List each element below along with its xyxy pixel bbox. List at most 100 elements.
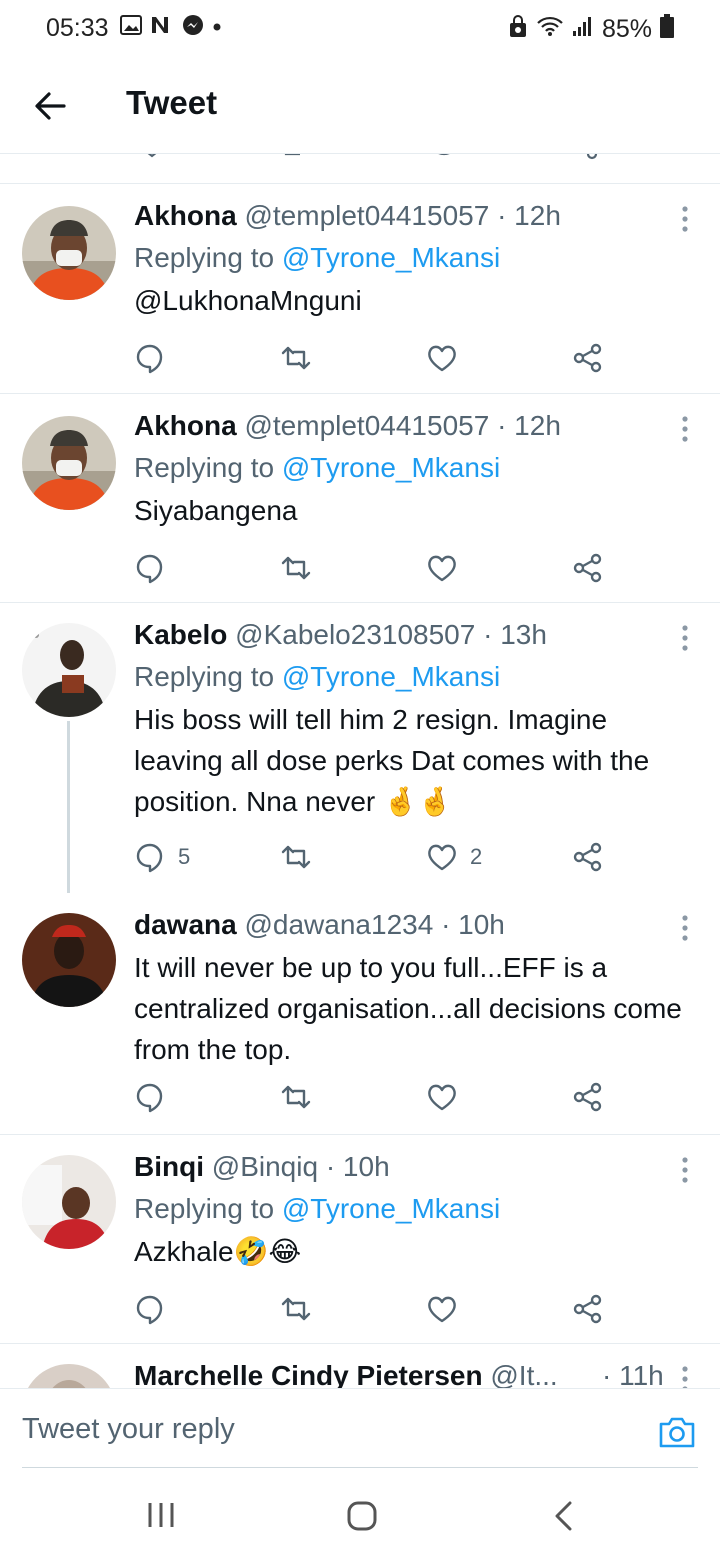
handle[interactable]: @Kabelo23108507 (235, 619, 475, 650)
reply-composer: Tweet your reply (0, 1388, 720, 1480)
mention-link[interactable]: @Tyrone_Mkansi (282, 661, 500, 692)
handle[interactable]: @It... (490, 1360, 557, 1388)
handle[interactable]: @templet04415057 (244, 200, 489, 231)
back-chevron-icon (555, 1501, 572, 1531)
retweet-button[interactable] (280, 550, 312, 586)
share-button[interactable] (572, 1079, 604, 1115)
tweet-text: Azkhale🤣😂 (134, 1236, 302, 1267)
more-options-icon[interactable] (680, 204, 690, 234)
display-name[interactable]: Akhona (134, 410, 237, 441)
tweet-actions (134, 1291, 614, 1327)
status-bar: 05:33 85% (0, 0, 720, 56)
more-options-icon[interactable] (680, 1364, 690, 1388)
mention-link[interactable]: @Tyrone_Mkansi (282, 242, 500, 273)
avatar[interactable] (22, 1155, 116, 1249)
tweet-header: Marchelle Cindy Pietersen @It... · 11h (134, 1360, 664, 1388)
recent-apps-button[interactable] (146, 1500, 176, 1535)
like-count: 2 (470, 844, 483, 869)
reply-feed: Akhona @templet04415057 · 12h Replying t… (0, 154, 720, 1388)
tweet-text: His boss will tell him 2 resign. Imagine… (134, 704, 650, 817)
avatar[interactable] (22, 913, 116, 1007)
share-button[interactable] (572, 340, 604, 376)
previous-tweet-actions (0, 154, 720, 184)
recent-apps-icon (148, 1503, 174, 1527)
recycle-lock-icon (508, 14, 528, 45)
share-icon (573, 842, 602, 872)
handle[interactable]: @templet04415057 (244, 410, 489, 441)
avatar[interactable] (22, 623, 116, 717)
status-right: 85% (508, 14, 674, 45)
handle[interactable]: @dawana1234 (244, 909, 433, 940)
tweet-text[interactable]: @LukhonaMnguni (134, 280, 684, 321)
tweet-item[interactable]: Akhona @templet04415057 · 12h Replying t… (0, 184, 720, 394)
heart-icon (428, 345, 456, 372)
retweet-button[interactable] (280, 1079, 312, 1115)
notification-icons (120, 14, 222, 41)
dot-icon (212, 19, 222, 37)
page-title: Tweet (126, 84, 218, 121)
retweet-icon (281, 1297, 311, 1321)
reply-button[interactable] (134, 340, 178, 376)
retweet-button[interactable] (280, 340, 312, 376)
like-button[interactable] (426, 550, 470, 586)
like-button[interactable] (426, 1291, 470, 1327)
tweet-header: dawana @dawana1234 · 10h (134, 909, 505, 941)
share-icon (573, 1294, 602, 1324)
more-options-icon[interactable] (680, 414, 690, 444)
share-button[interactable] (572, 550, 604, 586)
avatar[interactable] (22, 416, 116, 510)
reply-input[interactable]: Tweet your reply (22, 1413, 235, 1446)
display-name[interactable]: Binqi (134, 1151, 204, 1182)
tweet-actions (134, 550, 614, 586)
like-button[interactable] (426, 1079, 470, 1115)
tweet-item[interactable]: Binqi @Binqiq · 10h Replying to @Tyrone_… (0, 1135, 720, 1344)
tweet-header: Akhona @templet04415057 · 12h (134, 410, 561, 442)
heart-icon (428, 1084, 456, 1111)
tweet-actions (134, 340, 614, 376)
more-options-icon[interactable] (680, 623, 690, 653)
back-button[interactable] (30, 86, 70, 126)
share-button[interactable] (572, 1291, 604, 1327)
display-name[interactable]: dawana (134, 909, 237, 940)
reply-icon (136, 843, 163, 873)
like-button[interactable]: 2 (426, 839, 482, 875)
tweet-item[interactable]: dawana @dawana1234 · 10h It will never b… (0, 893, 720, 1135)
avatar[interactable] (22, 206, 116, 300)
reply-button[interactable] (134, 550, 178, 586)
share-icon (573, 1082, 602, 1112)
more-options-icon[interactable] (680, 913, 690, 943)
display-name[interactable]: Kabelo (134, 619, 227, 650)
signal-icon (572, 15, 594, 44)
tweet-text: Siyabangena (134, 495, 298, 526)
retweet-button[interactable] (280, 839, 312, 875)
display-name[interactable]: Akhona (134, 200, 237, 231)
handle[interactable]: @Binqiq (212, 1151, 318, 1182)
replying-to: Replying to @Tyrone_Mkansi (134, 1193, 500, 1225)
reply-button[interactable]: 5 (134, 839, 190, 875)
avatar[interactable] (22, 1364, 116, 1388)
tweet-item[interactable]: Marchelle Cindy Pietersen @It... · 11h (0, 1344, 720, 1388)
camera-button[interactable] (658, 1415, 696, 1454)
reply-icon (136, 554, 163, 584)
retweet-button[interactable] (280, 1291, 312, 1327)
mention-link[interactable]: @Tyrone_Mkansi (282, 1193, 500, 1224)
home-icon (347, 1501, 377, 1531)
timestamp: · 12h (497, 410, 561, 441)
tweet-header: Binqi @Binqiq · 10h (134, 1151, 390, 1183)
home-button[interactable] (346, 1500, 378, 1537)
reply-button[interactable] (134, 1079, 178, 1115)
share-button[interactable] (572, 839, 604, 875)
like-button[interactable] (426, 340, 470, 376)
reply-button[interactable] (134, 1291, 178, 1327)
timestamp: · 13h (483, 619, 547, 650)
camera-icon (659, 1417, 695, 1448)
mention-link[interactable]: @Tyrone_Mkansi (282, 452, 500, 483)
more-options-icon[interactable] (680, 1155, 690, 1185)
tweet-item[interactable]: Kabelo @Kabelo23108507 · 13h Replying to… (0, 603, 720, 893)
share-icon (573, 343, 602, 373)
heart-icon (428, 844, 456, 871)
back-nav-button[interactable] (552, 1500, 576, 1537)
reply-icon (136, 1083, 163, 1113)
display-name[interactable]: Marchelle Cindy Pietersen (134, 1360, 483, 1388)
tweet-item[interactable]: Akhona @templet04415057 · 12h Replying t… (0, 394, 720, 603)
